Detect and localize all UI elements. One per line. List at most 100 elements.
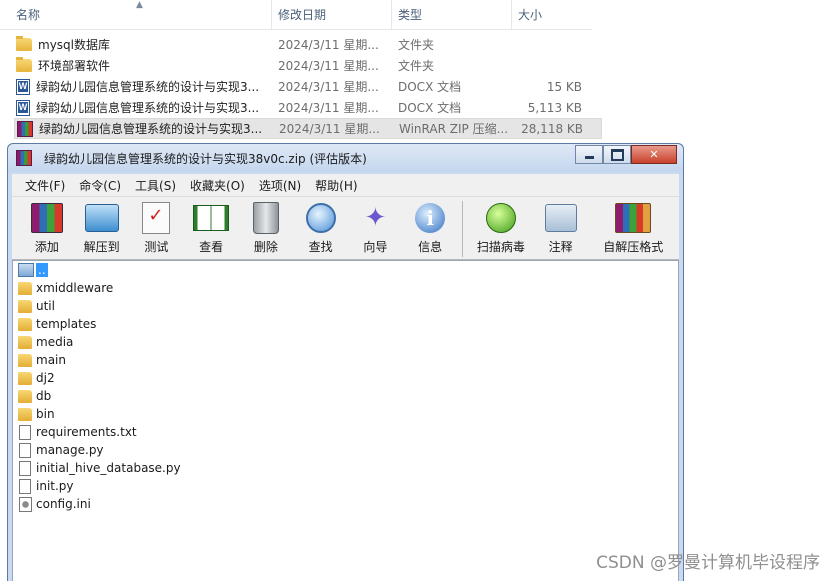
- row-date: 2024/3/11 星期...: [278, 80, 379, 94]
- minimize-button[interactable]: [575, 145, 603, 164]
- list-item[interactable]: dj2: [13, 369, 678, 387]
- close-button[interactable]: ✕: [631, 145, 677, 164]
- file-name: dj2: [36, 371, 55, 385]
- row-type: WinRAR ZIP 压缩...: [399, 122, 509, 136]
- winrar-archive-icon: [17, 120, 33, 137]
- list-item[interactable]: media: [13, 333, 678, 351]
- explorer-row-selected[interactable]: 绿韵幼儿园信息管理系统的设计与实现3... 2024/3/11 星期... Wi…: [14, 118, 602, 139]
- winrar-window: 绿韵幼儿园信息管理系统的设计与实现38v0c.zip (评估版本) ✕ 文件(F…: [7, 143, 684, 581]
- winrar-app-icon: [16, 150, 32, 166]
- row-name: 绿韵幼儿园信息管理系统的设计与实现3...: [39, 122, 263, 136]
- screen: ▲ 名称 修改日期 类型 大小 mysql数据库 2024/3/11 星期...…: [0, 0, 834, 581]
- view-button[interactable]: 查看: [184, 201, 238, 255]
- explorer-row[interactable]: 绿韵幼儿园信息管理系统的设计与实现3... 2024/3/11 星期... DO…: [0, 97, 592, 118]
- file-name: initial_hive_database.py: [36, 461, 181, 475]
- row-date: 2024/3/11 星期...: [279, 122, 380, 136]
- scan-virus-button[interactable]: 扫描病毒: [469, 201, 533, 255]
- menu-file[interactable]: 文件(F): [18, 177, 72, 194]
- folder-icon: [16, 36, 32, 51]
- menu-tools[interactable]: 工具(S): [128, 177, 183, 194]
- docx-icon: [16, 99, 30, 116]
- column-type[interactable]: 类型: [392, 0, 512, 30]
- trash-can-icon: [252, 202, 279, 234]
- list-item[interactable]: requirements.txt: [13, 423, 678, 441]
- find-label: 查找: [308, 240, 333, 254]
- column-date[interactable]: 修改日期: [272, 0, 392, 30]
- list-item[interactable]: bin: [13, 405, 678, 423]
- file-name: config.ini: [36, 497, 91, 511]
- row-size: 15 KB: [546, 79, 582, 94]
- row-name: 绿韵幼儿园信息管理系统的设计与实现3...: [36, 80, 260, 94]
- list-item[interactable]: main: [13, 351, 678, 369]
- bug-icon: [485, 203, 516, 233]
- sfx-button[interactable]: 自解压格式: [588, 201, 678, 255]
- explorer-row[interactable]: mysql数据库 2024/3/11 星期... 文件夹: [0, 34, 592, 55]
- row-date: 2024/3/11 星期...: [278, 38, 379, 52]
- column-size-label: 大小: [518, 8, 543, 22]
- folder-icon: [16, 57, 32, 72]
- file-name: media: [36, 335, 74, 349]
- row-type: DOCX 文档: [398, 80, 462, 94]
- scan-label: 扫描病毒: [476, 240, 525, 254]
- folder-icon: [18, 281, 32, 295]
- text-file-icon: [19, 460, 31, 476]
- test-button[interactable]: 测试: [130, 201, 184, 255]
- sfx-label: 自解压格式: [603, 240, 664, 254]
- text-file-icon: [19, 478, 31, 494]
- row-type: 文件夹: [398, 59, 435, 73]
- list-item[interactable]: util: [13, 297, 678, 315]
- file-name: db: [36, 389, 52, 403]
- file-name: bin: [36, 407, 55, 421]
- menu-options[interactable]: 选项(N): [252, 177, 308, 194]
- list-item-parent[interactable]: ..: [13, 261, 678, 279]
- menu-favorites[interactable]: 收藏夹(O): [183, 177, 252, 194]
- add-archive-icon: [30, 203, 63, 233]
- watermark-text: CSDN @罗曼计算机毕设程序: [596, 553, 820, 573]
- list-item[interactable]: xmiddleware: [13, 279, 678, 297]
- file-name: util: [36, 299, 55, 313]
- explorer-row[interactable]: 绿韵幼儿园信息管理系统的设计与实现3... 2024/3/11 星期... DO…: [0, 76, 592, 97]
- comment-icon: [544, 204, 577, 232]
- find-button[interactable]: 查找: [294, 201, 348, 255]
- menu-commands[interactable]: 命令(C): [72, 177, 128, 194]
- comment-button[interactable]: 注释: [534, 201, 588, 255]
- winrar-titlebar[interactable]: 绿韵幼儿园信息管理系统的设计与实现38v0c.zip (评估版本) ✕: [8, 144, 683, 172]
- magnifier-icon: [305, 203, 336, 233]
- sort-up-icon: ▲: [136, 0, 143, 10]
- row-date: 2024/3/11 星期...: [278, 101, 379, 115]
- window-title: 绿韵幼儿园信息管理系统的设计与实现38v0c.zip (评估版本): [44, 151, 367, 166]
- list-item[interactable]: db: [13, 387, 678, 405]
- file-name: ..: [36, 263, 48, 277]
- list-item[interactable]: manage.py: [13, 441, 678, 459]
- view-label: 查看: [199, 240, 224, 254]
- explorer-row[interactable]: 环境部署软件 2024/3/11 星期... 文件夹: [0, 55, 592, 76]
- row-name: mysql数据库: [38, 38, 110, 52]
- row-name: 绿韵幼儿园信息管理系统的设计与实现3...: [36, 101, 260, 115]
- list-item[interactable]: templates: [13, 315, 678, 333]
- column-date-label: 修改日期: [278, 8, 327, 22]
- list-item[interactable]: config.ini: [13, 495, 678, 513]
- list-item[interactable]: init.py: [13, 477, 678, 495]
- info-button[interactable]: i 信息: [403, 201, 457, 255]
- menu-bar: 文件(F) 命令(C) 工具(S) 收藏夹(O) 选项(N) 帮助(H): [12, 174, 679, 196]
- menu-help[interactable]: 帮助(H): [308, 177, 364, 194]
- column-name[interactable]: ▲ 名称: [0, 0, 272, 30]
- add-button[interactable]: 添加: [20, 201, 74, 255]
- vertical-scrollbar[interactable]: [668, 261, 678, 581]
- row-size: 5,113 KB: [527, 100, 582, 115]
- wizard-button[interactable]: ✦ 向导: [349, 201, 403, 255]
- row-name: 环境部署软件: [38, 59, 111, 73]
- file-name: main: [36, 353, 66, 367]
- parent-folder-icon: [18, 263, 34, 277]
- file-name: manage.py: [36, 443, 104, 457]
- extract-label: 解压到: [83, 240, 120, 254]
- maximize-button[interactable]: [603, 145, 631, 164]
- row-type: 文件夹: [398, 38, 435, 52]
- row-size: 28,118 KB: [521, 121, 583, 136]
- column-size[interactable]: 大小: [512, 0, 592, 30]
- column-name-label: 名称: [16, 8, 41, 22]
- extract-button[interactable]: 解压到: [75, 201, 129, 255]
- list-item[interactable]: initial_hive_database.py: [13, 459, 678, 477]
- toolbar: 添加 解压到 测试 查看 删除 查找 ✦: [12, 196, 679, 260]
- delete-button[interactable]: 删除: [239, 201, 293, 255]
